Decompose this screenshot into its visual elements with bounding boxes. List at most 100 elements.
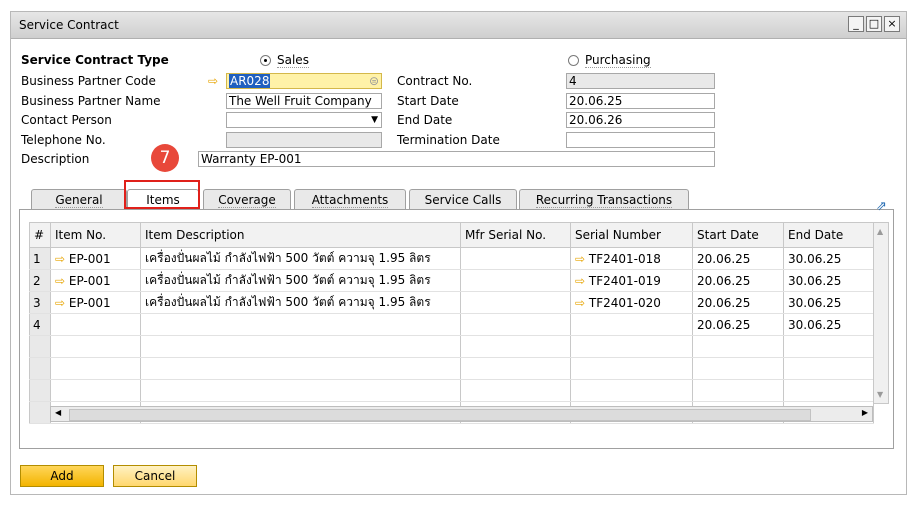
contact-person-label: Contact Person bbox=[21, 113, 112, 127]
item-no-cell[interactable] bbox=[50, 313, 141, 336]
table-row[interactable]: 4 20.06.25 30.06.25 bbox=[29, 313, 874, 336]
col-header-serial-number[interactable]: Serial Number bbox=[570, 222, 693, 248]
serial-number-cell[interactable] bbox=[570, 313, 693, 336]
sales-label[interactable]: Sales bbox=[277, 53, 309, 68]
items-tab-highlight bbox=[124, 180, 200, 209]
telephone-label: Telephone No. bbox=[21, 133, 106, 147]
description-field[interactable]: Warranty EP-001 bbox=[198, 151, 715, 167]
table-row[interactable]: 3 ⇨ EP-001 เครื่องปั่นผลไม้ กำลังไฟฟ้า 5… bbox=[29, 291, 874, 314]
mfr-serial-cell[interactable] bbox=[460, 269, 571, 292]
contract-type-label: Service Contract Type bbox=[21, 53, 169, 67]
start-date-cell[interactable]: 20.06.25 bbox=[692, 291, 784, 314]
chevron-down-icon[interactable]: ▼ bbox=[371, 113, 378, 127]
scroll-left-icon[interactable]: ◀ bbox=[55, 408, 61, 417]
arrow-right-icon[interactable]: ⇨ bbox=[575, 296, 589, 310]
bp-code-field[interactable]: AR028 ⊜ bbox=[226, 73, 382, 89]
close-icon[interactable]: × bbox=[884, 16, 900, 32]
purchasing-radio[interactable] bbox=[568, 55, 579, 66]
mfr-serial-cell[interactable] bbox=[460, 247, 571, 270]
vertical-scrollbar[interactable]: ⇗ ▲ ▼ bbox=[873, 199, 889, 404]
telephone-field bbox=[226, 132, 382, 148]
minimize-icon[interactable]: _ bbox=[848, 16, 864, 32]
item-description-cell[interactable]: เครื่องปั่นผลไม้ กำลังไฟฟ้า 500 วัตต์ คว… bbox=[140, 291, 461, 314]
col-header-item-no[interactable]: Item No. bbox=[50, 222, 141, 248]
scroll-up-icon[interactable]: ▲ bbox=[877, 227, 883, 236]
choose-from-list-icon[interactable]: ⊜ bbox=[369, 74, 379, 88]
contract-no-label: Contract No. bbox=[397, 74, 473, 88]
description-label: Description bbox=[21, 152, 90, 166]
bp-name-field[interactable]: The Well Fruit Company bbox=[226, 93, 382, 109]
arrow-right-icon[interactable]: ⇨ bbox=[55, 274, 69, 288]
row-number[interactable]: 3 bbox=[29, 291, 51, 314]
arrow-right-icon[interactable]: ⇨ bbox=[575, 252, 589, 266]
scroll-down-icon[interactable]: ▼ bbox=[877, 390, 883, 399]
end-date-cell[interactable]: 30.06.25 bbox=[783, 313, 874, 336]
row-number[interactable]: 4 bbox=[29, 313, 51, 336]
arrow-right-icon[interactable]: ⇨ bbox=[55, 296, 69, 310]
contract-no-field: 4 bbox=[566, 73, 715, 89]
end-date-cell[interactable]: 30.06.25 bbox=[783, 269, 874, 292]
item-no-cell[interactable]: ⇨ EP-001 bbox=[50, 291, 141, 314]
horizontal-scrollbar[interactable]: ◀ ▶ bbox=[50, 406, 873, 422]
end-date-cell[interactable]: 30.06.25 bbox=[783, 247, 874, 270]
tab-service-calls[interactable]: Service Calls bbox=[409, 189, 517, 210]
tab-general[interactable]: General bbox=[31, 189, 127, 210]
end-date-cell[interactable]: 30.06.25 bbox=[783, 291, 874, 314]
bp-code-value: AR028 bbox=[229, 74, 271, 88]
items-tab-panel: # Item No. Item Description Mfr Serial N… bbox=[19, 199, 894, 449]
col-header-item-description[interactable]: Item Description bbox=[140, 222, 461, 248]
end-date-label: End Date bbox=[397, 113, 453, 127]
item-description-cell[interactable]: เครื่องปั่นผลไม้ กำลังไฟฟ้า 500 วัตต์ คว… bbox=[140, 247, 461, 270]
start-date-cell[interactable]: 20.06.25 bbox=[692, 313, 784, 336]
service-contract-window: Service Contract _ □ × Service Contract … bbox=[10, 11, 907, 495]
item-description-cell[interactable] bbox=[140, 313, 461, 336]
col-header-num[interactable]: # bbox=[29, 222, 51, 248]
title-bar: Service Contract _ □ × bbox=[11, 12, 906, 39]
horizontal-scroll-thumb[interactable] bbox=[69, 409, 811, 421]
item-no-cell[interactable]: ⇨ EP-001 bbox=[50, 247, 141, 270]
col-header-mfr-serial[interactable]: Mfr Serial No. bbox=[460, 222, 571, 248]
mfr-serial-cell[interactable] bbox=[460, 313, 571, 336]
tab-recurring-transactions[interactable]: Recurring Transactions bbox=[519, 189, 689, 210]
bp-code-label: Business Partner Code bbox=[21, 74, 156, 88]
grid-header-row: # Item No. Item Description Mfr Serial N… bbox=[29, 222, 874, 248]
table-row[interactable]: 2 ⇨ EP-001 เครื่องปั่นผลไม้ กำลังไฟฟ้า 5… bbox=[29, 269, 874, 292]
add-button[interactable]: Add bbox=[20, 465, 104, 487]
item-description-cell[interactable]: เครื่องปั่นผลไม้ กำลังไฟฟ้า 500 วัตต์ คว… bbox=[140, 269, 461, 292]
arrow-right-icon[interactable]: ⇨ bbox=[575, 274, 589, 288]
table-row[interactable]: 1 ⇨ EP-001 เครื่องปั่นผลไม้ กำลังไฟฟ้า 5… bbox=[29, 247, 874, 270]
step-number-badge: 7 bbox=[151, 144, 179, 172]
serial-number-cell[interactable]: ⇨ TF2401-020 bbox=[570, 291, 693, 314]
row-number[interactable]: 1 bbox=[29, 247, 51, 270]
arrow-right-icon[interactable]: ⇨ bbox=[208, 74, 218, 88]
expand-icon[interactable]: ⇗ bbox=[876, 199, 887, 214]
items-grid: # Item No. Item Description Mfr Serial N… bbox=[29, 222, 874, 424]
cancel-button[interactable]: Cancel bbox=[113, 465, 197, 487]
row-number[interactable]: 2 bbox=[29, 269, 51, 292]
table-row[interactable] bbox=[29, 357, 874, 380]
mfr-serial-cell[interactable] bbox=[460, 291, 571, 314]
termination-date-label: Termination Date bbox=[397, 133, 500, 147]
start-date-field[interactable]: 20.06.25 bbox=[566, 93, 715, 109]
termination-date-field[interactable] bbox=[566, 132, 715, 148]
arrow-right-icon[interactable]: ⇨ bbox=[55, 252, 69, 266]
col-header-start-date[interactable]: Start Date bbox=[692, 222, 784, 248]
purchasing-label[interactable]: Purchasing bbox=[585, 53, 651, 68]
bp-name-label: Business Partner Name bbox=[21, 94, 161, 108]
window-title: Service Contract bbox=[19, 18, 119, 32]
serial-number-cell[interactable]: ⇨ TF2401-018 bbox=[570, 247, 693, 270]
table-row[interactable] bbox=[29, 379, 874, 402]
tab-coverage[interactable]: Coverage bbox=[203, 189, 291, 210]
table-row[interactable] bbox=[29, 335, 874, 358]
end-date-field[interactable]: 20.06.26 bbox=[566, 112, 715, 128]
start-date-cell[interactable]: 20.06.25 bbox=[692, 269, 784, 292]
item-no-cell[interactable]: ⇨ EP-001 bbox=[50, 269, 141, 292]
col-header-end-date[interactable]: End Date bbox=[783, 222, 874, 248]
contact-person-dropdown[interactable]: ▼ bbox=[226, 112, 382, 128]
tab-attachments[interactable]: Attachments bbox=[294, 189, 406, 210]
start-date-cell[interactable]: 20.06.25 bbox=[692, 247, 784, 270]
maximize-icon[interactable]: □ bbox=[866, 16, 882, 32]
scroll-right-icon[interactable]: ▶ bbox=[862, 408, 868, 417]
sales-radio[interactable] bbox=[260, 55, 271, 66]
serial-number-cell[interactable]: ⇨ TF2401-019 bbox=[570, 269, 693, 292]
